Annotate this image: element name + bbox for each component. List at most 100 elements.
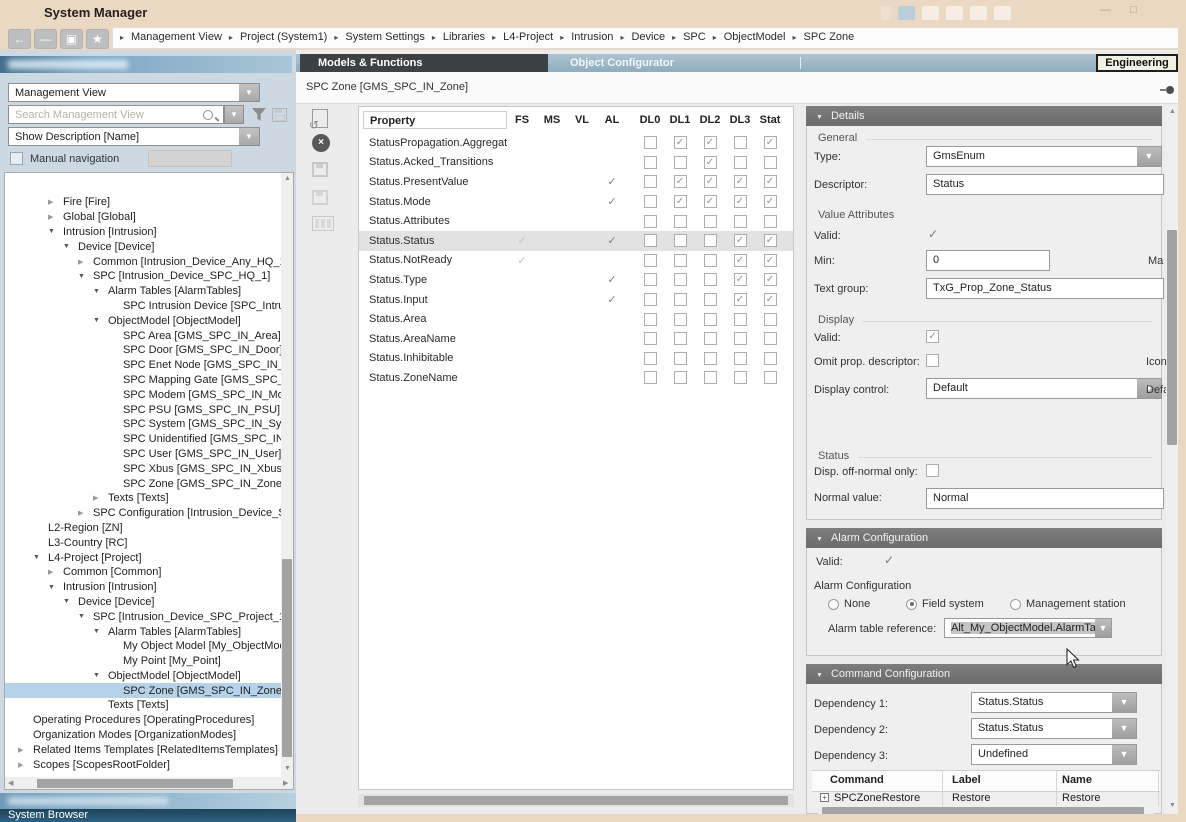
tab-models-functions[interactable]: Models & Functions — [300, 54, 548, 72]
save-icon[interactable] — [312, 162, 328, 177]
property-row[interactable]: Status.Area — [359, 309, 793, 329]
level-checkbox-stat[interactable] — [764, 156, 777, 169]
tree-item[interactable]: ▼ObjectModel [ObjectModel] — [5, 669, 281, 684]
tree-item[interactable]: ▶Texts [Texts] — [5, 491, 281, 506]
scroll-up-icon[interactable]: ▲ — [284, 175, 291, 183]
level-checkbox-dl1[interactable] — [674, 371, 687, 384]
level-checkbox-dl0[interactable] — [644, 332, 657, 345]
breadcrumb-item[interactable]: Libraries — [443, 31, 485, 43]
level-checkbox-dl1[interactable] — [674, 332, 687, 345]
breadcrumb-item[interactable]: Intrusion — [571, 31, 613, 43]
collapse-arrow-icon[interactable]: ▼ — [93, 288, 108, 295]
details-scrollbar-thumb[interactable] — [1167, 230, 1177, 445]
tree-item[interactable]: SPC Intrusion Device [SPC_Intrusion_ — [5, 299, 281, 314]
chevron-down-icon[interactable]: ▼ — [1112, 745, 1136, 764]
normal-value-input[interactable]: Normal — [926, 488, 1164, 509]
level-checkbox-dl1[interactable] — [674, 156, 687, 169]
tree-item[interactable]: ▼ObjectModel [ObjectModel] — [5, 313, 281, 328]
level-checkbox-dl2[interactable] — [704, 254, 717, 267]
level-checkbox-dl1[interactable] — [674, 352, 687, 365]
column-header-ms[interactable]: MS — [537, 114, 567, 126]
level-checkbox-dl3[interactable]: ✓ — [734, 195, 747, 208]
chevron-down-icon[interactable]: ▼ — [239, 128, 259, 145]
level-checkbox-dl2[interactable] — [704, 332, 717, 345]
label-cell[interactable]: Restore — [952, 792, 991, 804]
level-checkbox-stat[interactable] — [764, 313, 777, 326]
dependency3-dropdown[interactable]: Undefined ▼ — [971, 744, 1137, 765]
collapse-arrow-icon[interactable]: ▼ — [78, 613, 93, 620]
layout-list-icon[interactable] — [922, 6, 939, 20]
favorites-star-button[interactable]: ★ — [86, 29, 109, 49]
level-checkbox-stat[interactable] — [764, 371, 777, 384]
save-filter-icon[interactable] — [272, 108, 287, 122]
level-checkbox-dl2[interactable] — [704, 293, 717, 306]
chevron-down-icon[interactable]: ▼ — [225, 106, 243, 123]
dependency2-dropdown[interactable]: Status.Status ▼ — [971, 718, 1137, 739]
expand-row-icon[interactable]: + — [820, 793, 829, 802]
expand-arrow-icon[interactable]: ▶ — [18, 761, 33, 769]
tree-item[interactable]: SPC Xbus [GMS_SPC_IN_Xbus] — [5, 461, 281, 476]
view-selector-dropdown[interactable]: Management View ▼ — [8, 83, 260, 102]
breadcrumb-item[interactable]: ObjectModel — [724, 31, 786, 43]
revert-changes-icon[interactable]: ↺ — [312, 109, 328, 128]
tree-item[interactable]: ▼Device [Device] — [5, 239, 281, 254]
tree-item[interactable]: SPC Door [GMS_SPC_IN_Door] — [5, 343, 281, 358]
breadcrumb-item[interactable]: Project (System1) — [240, 31, 327, 43]
maximize-icon[interactable]: □ — [1130, 4, 1137, 16]
label-column-header[interactable]: Label — [952, 774, 981, 786]
level-checkbox-dl0[interactable] — [644, 254, 657, 267]
column-header-al[interactable]: AL — [597, 114, 627, 126]
property-row[interactable]: Status.Acked_Transitions✓ — [359, 153, 793, 173]
level-checkbox-dl3[interactable] — [734, 313, 747, 326]
level-checkbox-stat[interactable]: ✓ — [764, 136, 777, 149]
level-checkbox-dl2[interactable] — [704, 352, 717, 365]
radio-management-station[interactable]: Management station — [1010, 598, 1126, 610]
text-group-input[interactable]: TxG_Prop_Zone_Status — [926, 278, 1164, 299]
collapse-arrow-icon[interactable]: ▼ — [816, 114, 823, 121]
property-row[interactable]: Status.Input✓✓✓ — [359, 290, 793, 310]
collapse-arrow-icon[interactable]: ▼ — [816, 672, 823, 679]
radio-icon[interactable] — [828, 599, 839, 610]
level-checkbox-dl0[interactable] — [644, 313, 657, 326]
min-input[interactable]: 0 — [926, 250, 1050, 271]
column-header-vl[interactable]: VL — [567, 114, 597, 126]
level-checkbox-dl3[interactable]: ✓ — [734, 293, 747, 306]
level-checkbox-stat[interactable]: ✓ — [764, 234, 777, 247]
details-section-header[interactable]: ▼Details — [806, 106, 1162, 126]
expand-arrow-icon[interactable]: ▶ — [48, 568, 63, 576]
property-row[interactable]: Status.Mode✓✓✓✓✓ — [359, 192, 793, 212]
alarm-config-section-header[interactable]: ▼Alarm Configuration — [806, 528, 1162, 548]
chevron-down-icon[interactable]: ▼ — [1112, 693, 1136, 712]
tree-horizontal-scrollbar[interactable]: ◀ ▶ — [5, 777, 293, 790]
column-header-stat[interactable]: Stat — [755, 114, 785, 126]
delete-button[interactable]: × — [312, 134, 330, 152]
command-column-header[interactable]: Command — [830, 774, 884, 786]
layout-grid-icon[interactable] — [970, 6, 987, 20]
tree-scrollbar-thumb[interactable] — [282, 559, 292, 757]
chevron-down-icon[interactable]: ▼ — [239, 84, 259, 101]
tree-item[interactable]: SPC Enet Node [GMS_SPC_IN_EnetN — [5, 358, 281, 373]
tree-item[interactable]: My Point [My_Point] — [5, 654, 281, 669]
property-row[interactable]: Status.ZoneName — [359, 368, 793, 388]
level-checkbox-dl0[interactable] — [644, 234, 657, 247]
level-checkbox-dl2[interactable] — [704, 313, 717, 326]
radio-none[interactable]: None — [828, 598, 870, 610]
level-checkbox-dl2[interactable] — [704, 215, 717, 228]
level-checkbox-dl2[interactable]: ✓ — [704, 195, 717, 208]
level-checkbox-dl1[interactable] — [674, 293, 687, 306]
collapse-arrow-icon[interactable]: ▼ — [63, 243, 78, 250]
table-horizontal-scrollbar[interactable] — [358, 794, 794, 807]
display-control-dropdown[interactable]: Default ▼ — [926, 378, 1162, 399]
level-checkbox-stat[interactable] — [764, 352, 777, 365]
layout-icon-1[interactable] — [898, 6, 915, 20]
level-checkbox-dl3[interactable]: ✓ — [734, 175, 747, 188]
level-checkbox-dl1[interactable] — [674, 254, 687, 267]
back-button[interactable]: ← — [8, 29, 31, 49]
descriptor-input[interactable]: Status — [926, 174, 1164, 195]
level-checkbox-stat[interactable]: ✓ — [764, 273, 777, 286]
type-dropdown[interactable]: GmsEnum ▼ — [926, 146, 1162, 167]
level-checkbox-dl2[interactable] — [704, 371, 717, 384]
pin-icon[interactable] — [1160, 86, 1174, 94]
collapse-arrow-icon[interactable]: ▼ — [816, 536, 823, 543]
column-header-dl3[interactable]: DL3 — [725, 114, 755, 126]
